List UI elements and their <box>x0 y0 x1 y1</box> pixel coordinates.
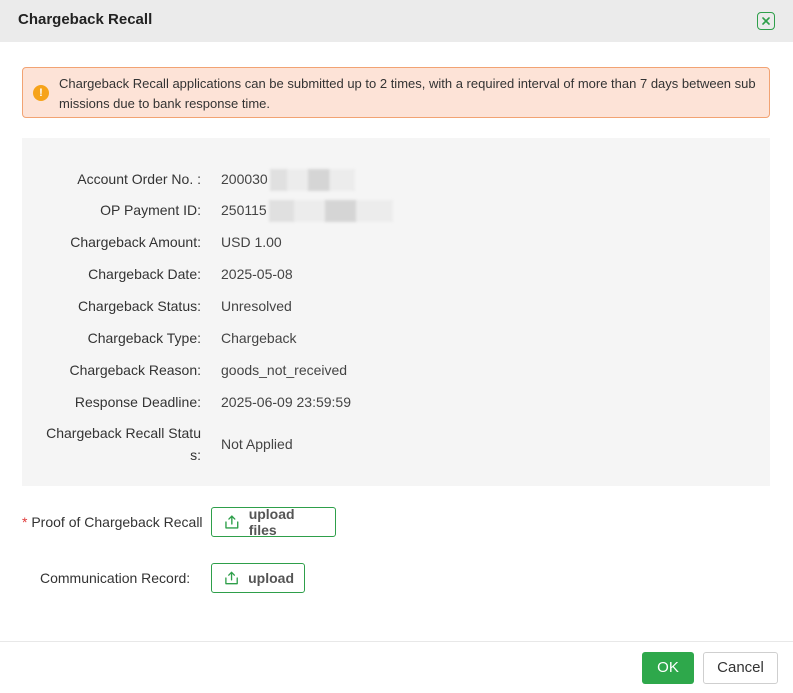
detail-value: 250115 <box>221 199 393 223</box>
detail-value: 200030 <box>221 168 355 192</box>
alert-message: Chargeback Recall applications can be su… <box>59 76 756 111</box>
redacted-block <box>269 169 355 192</box>
detail-row-op-payment-id: OP Payment ID: 250115 <box>22 199 770 223</box>
detail-value: Chargeback <box>221 330 297 346</box>
chargeback-details-panel: Account Order No. : 200030 OP Payment ID… <box>22 138 770 486</box>
proof-label-text: Proof of Chargeback Recall <box>31 514 203 530</box>
required-mark: * <box>22 514 28 530</box>
detail-label: OP Payment ID: <box>100 202 201 218</box>
close-button[interactable] <box>757 12 775 30</box>
detail-label: Chargeback Status: <box>78 298 201 314</box>
upload-icon <box>225 571 238 585</box>
detail-row-account-order: Account Order No. : 200030 <box>22 168 770 192</box>
dialog-header: Chargeback Recall <box>0 0 793 42</box>
detail-label: Chargeback Date: <box>88 266 201 282</box>
communication-record-label: Communication Record: <box>40 570 191 586</box>
detail-row-chargeback-date: Chargeback Date: 2025-05-08 <box>22 263 770 285</box>
detail-value: Not Applied <box>221 436 293 452</box>
cancel-button[interactable]: Cancel <box>703 652 778 684</box>
upload-communication-button[interactable]: upload <box>211 563 305 593</box>
detail-label: Account Order No. : <box>77 171 201 187</box>
detail-value: 2025-05-08 <box>221 266 293 282</box>
redacted-block <box>268 200 393 223</box>
detail-row-chargeback-amount: Chargeback Amount: USD 1.00 <box>22 231 770 253</box>
detail-row-chargeback-status: Chargeback Status: Unresolved <box>22 295 770 317</box>
close-icon <box>762 17 770 25</box>
upload-files-label: upload files <box>248 506 295 538</box>
detail-row-recall-status: Chargeback Recall Status: Not Applied <box>22 422 770 466</box>
warning-alert: ! Chargeback Recall applications can be … <box>22 67 770 118</box>
proof-label: * Proof of Chargeback Recall <box>22 512 203 532</box>
detail-row-chargeback-reason: Chargeback Reason: goods_not_received <box>22 359 770 381</box>
ok-button[interactable]: OK <box>642 652 694 684</box>
warning-icon: ! <box>33 85 49 101</box>
detail-value: 2025-06-09 23:59:59 <box>221 394 351 410</box>
detail-row-chargeback-type: Chargeback Type: Chargeback <box>22 327 770 349</box>
dialog-title: Chargeback Recall <box>18 11 153 28</box>
upload-icon <box>225 515 239 529</box>
detail-label: Response Deadline: <box>74 394 201 410</box>
upload-files-button[interactable]: upload files <box>211 506 336 538</box>
detail-row-response-deadline: Response Deadline: 2025-06-09 23:59:59 <box>22 391 770 413</box>
detail-value: USD 1.00 <box>221 234 282 250</box>
detail-label: Chargeback Recall Status: <box>46 425 201 463</box>
detail-value: Unresolved <box>221 298 292 314</box>
footer-divider <box>0 641 793 642</box>
detail-label: Chargeback Type: <box>87 330 201 346</box>
detail-value: goods_not_received <box>221 362 348 378</box>
detail-label: Chargeback Reason: <box>69 362 201 378</box>
upload-label: upload <box>248 570 294 586</box>
detail-label: Chargeback Amount: <box>70 234 201 250</box>
